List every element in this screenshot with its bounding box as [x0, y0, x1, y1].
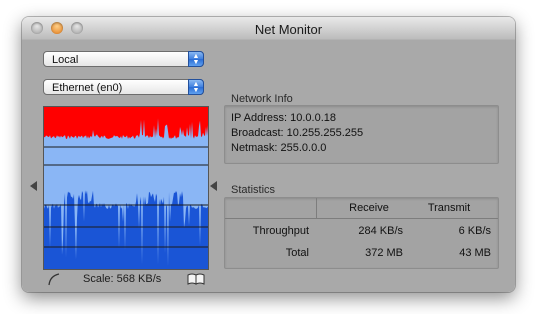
throughput-graph — [43, 106, 209, 270]
popup-arrows-icon: ▲ ▼ — [188, 51, 204, 67]
total-receive-value: 372 MB — [365, 247, 403, 259]
throughput-graph-canvas — [44, 107, 208, 269]
row-label-throughput: Throughput — [252, 225, 309, 237]
network-info-box: IP Address: 10.0.0.18 Broadcast: 10.255.… — [224, 105, 499, 164]
row-label-total: Total — [285, 247, 309, 259]
interface-select-value: Ethernet (en0) — [52, 82, 123, 94]
refresh-icon[interactable] — [47, 272, 61, 286]
throughput-receive-value: 284 KB/s — [358, 225, 403, 237]
throughput-transmit-value: 6 KB/s — [458, 225, 491, 237]
title-bar[interactable]: Net Monitor — [22, 17, 515, 40]
popup-arrows-icon: ▲ ▼ — [188, 79, 204, 95]
column-header-transmit: Transmit — [427, 202, 471, 214]
collapse-left-arrow-icon[interactable] — [30, 181, 37, 191]
host-select[interactable]: Local ▲ ▼ — [43, 51, 204, 67]
statistics-column-divider — [316, 198, 317, 218]
total-transmit-value: 43 MB — [459, 247, 491, 259]
broadcast-text: Broadcast: 10.255.255.255 — [231, 127, 364, 139]
ip-address-text: IP Address: 10.0.0.18 — [231, 112, 336, 124]
host-select-value: Local — [52, 54, 79, 66]
interface-select[interactable]: Ethernet (en0) ▲ ▼ — [43, 79, 204, 95]
statistics-heading: Statistics — [231, 184, 276, 196]
window-title: Net Monitor — [254, 22, 323, 37]
net-monitor-window: Net Monitor Local ▲ ▼ Ethernet (en0) ▲ ▼ S… — [22, 17, 515, 292]
network-info-heading: Network Info — [231, 93, 293, 105]
column-header-receive: Receive — [349, 202, 389, 214]
expand-right-arrow-icon[interactable] — [210, 181, 217, 191]
graph-scale-label: Scale: 568 KB/s — [83, 273, 162, 285]
statistics-table: Receive Transmit Throughput 284 KB/s 6 K… — [224, 197, 499, 269]
book-icon[interactable] — [187, 273, 205, 285]
netmask-text: Netmask: 255.0.0.0 — [231, 142, 327, 154]
